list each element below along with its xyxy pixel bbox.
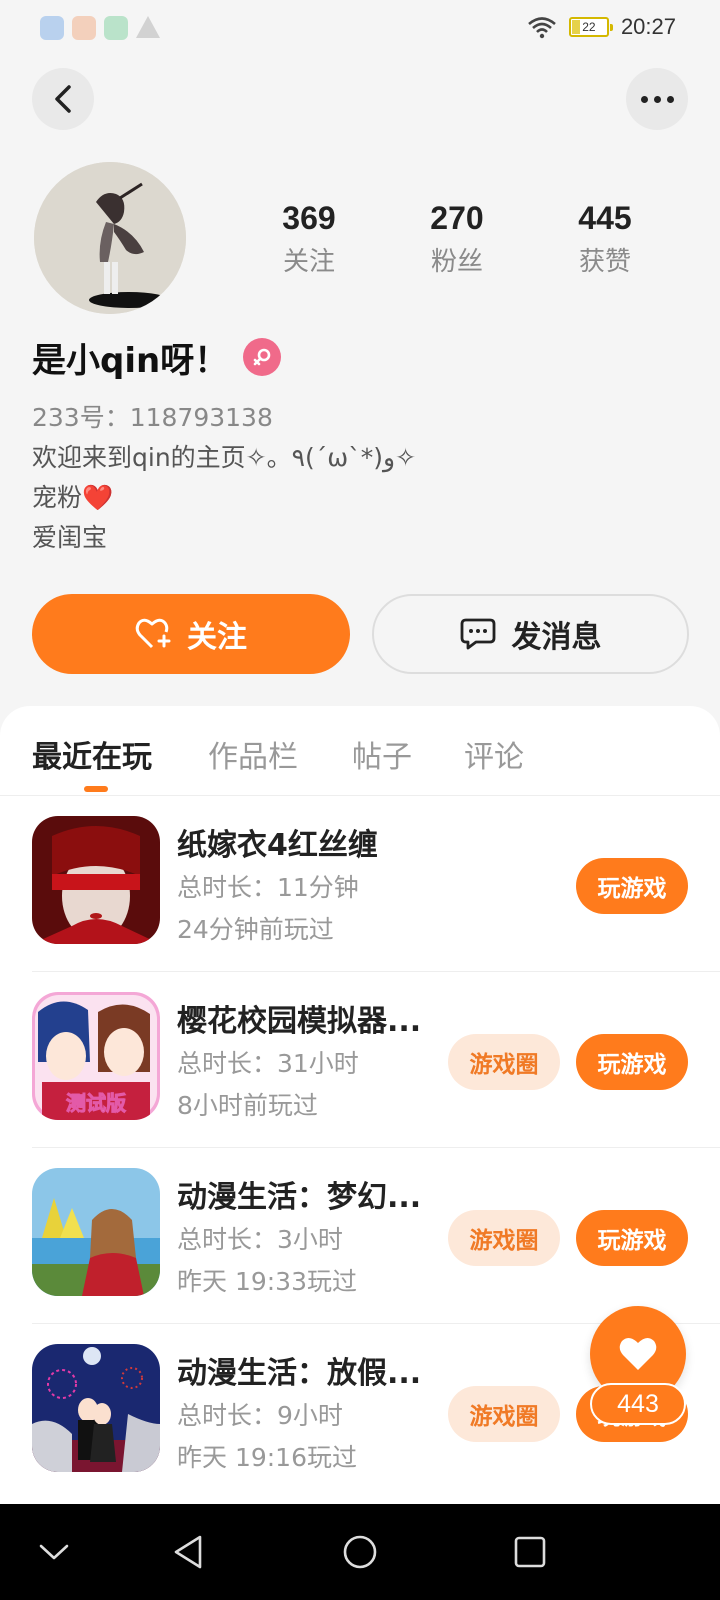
username: 是小qin呀！	[32, 341, 229, 381]
notification-app-icon	[40, 16, 64, 40]
notification-app-icon	[104, 16, 128, 40]
fans-stat[interactable]: 270 粉丝	[383, 200, 531, 278]
notification-app-icon	[72, 16, 96, 40]
game-icon[interactable]	[32, 1168, 160, 1296]
game-title: 动漫生活：放假...	[177, 1356, 422, 1391]
following-count: 369	[282, 200, 336, 236]
game-circle-button[interactable]: 游戏圈	[448, 1034, 560, 1090]
system-navigation-bar	[0, 1504, 720, 1600]
tab-posts[interactable]: 帖子	[352, 732, 412, 776]
fans-count: 270	[430, 200, 484, 236]
likes-count: 445	[578, 200, 632, 236]
heart-icon	[619, 1337, 657, 1370]
game-last-played: 昨天 19:16玩过	[177, 1443, 357, 1472]
bio-line: 爱闺宝	[32, 523, 108, 552]
message-label: 发消息	[511, 620, 602, 655]
game-icon[interactable]: 测试版	[32, 992, 160, 1120]
back-button[interactable]	[32, 68, 94, 130]
chevron-left-icon	[55, 85, 71, 113]
more-dots-icon	[640, 95, 648, 103]
tab-works[interactable]: 作品栏	[208, 732, 298, 776]
game-title: 樱花校园模拟器...	[177, 1004, 422, 1039]
following-label: 关注	[282, 247, 335, 277]
notification-icons	[40, 16, 160, 40]
bio-line: 宠粉❤️	[32, 483, 114, 512]
more-options-button[interactable]	[626, 68, 688, 130]
game-last-played: 24分钟前玩过	[177, 915, 334, 944]
recent-apps-square-icon[interactable]	[506, 1528, 554, 1576]
game-list-item[interactable]: 测试版 樱花校园模拟器... 总时长：31小时 8小时前玩过 游戏圈 玩游戏	[32, 972, 720, 1148]
game-title: 纸嫁衣4红丝缠	[177, 828, 378, 863]
battery-level: 22	[582, 20, 596, 34]
status-bar: 22 20:27	[0, 0, 720, 56]
game-duration: 总时长：9小时	[177, 1401, 343, 1430]
chat-bubble-icon	[460, 618, 495, 650]
game-duration: 总时长：3小时	[177, 1225, 343, 1254]
game-last-played: 8小时前玩过	[177, 1091, 318, 1120]
game-duration: 总时长：31小时	[177, 1049, 359, 1078]
follow-label: 关注	[187, 620, 247, 655]
game-list-item[interactable]: 纸嫁衣4红丝缠 总时长：11分钟 24分钟前玩过 玩游戏	[32, 796, 720, 972]
game-icon[interactable]	[32, 1344, 160, 1472]
play-game-button[interactable]: 玩游戏	[576, 1210, 688, 1266]
play-game-button[interactable]: 玩游戏	[576, 1034, 688, 1090]
send-message-button[interactable]: 发消息	[372, 594, 689, 674]
avatar[interactable]	[34, 162, 186, 314]
heart-plus-icon	[135, 618, 171, 649]
warning-icon	[136, 16, 160, 38]
female-gender-icon	[243, 338, 281, 376]
profile-stats: 369 关注 270 粉丝 445 获赞	[235, 200, 685, 278]
test-version-label: 测试版	[66, 1091, 126, 1115]
battery-icon: 22	[568, 17, 613, 37]
tab-comments[interactable]: 评论	[464, 732, 524, 776]
game-circle-button[interactable]: 游戏圈	[448, 1386, 560, 1442]
profile-tabs: 最近在玩 作品栏 帖子 评论	[0, 706, 720, 796]
game-circle-button[interactable]: 游戏圈	[448, 1210, 560, 1266]
likes-stat[interactable]: 445 获赞	[531, 200, 679, 278]
play-game-button[interactable]: 玩游戏	[576, 858, 688, 914]
user-id: 233号：118793138	[32, 403, 273, 432]
home-circle-icon[interactable]	[336, 1528, 384, 1576]
fans-label: 粉丝	[430, 247, 483, 277]
tab-recently-played[interactable]: 最近在玩	[32, 732, 152, 776]
game-list-item[interactable]: 动漫生活：梦幻... 总时长：3小时 昨天 19:33玩过 游戏圈 玩游戏	[32, 1148, 720, 1324]
game-duration: 总时长：11分钟	[177, 873, 359, 902]
following-stat[interactable]: 369 关注	[235, 200, 383, 278]
game-title: 动漫生活：梦幻...	[177, 1180, 422, 1215]
chevron-down-icon[interactable]	[30, 1528, 78, 1576]
game-last-played: 昨天 19:33玩过	[177, 1267, 357, 1296]
game-icon[interactable]	[32, 816, 160, 944]
follow-button[interactable]: 关注	[32, 594, 350, 674]
back-triangle-icon[interactable]	[164, 1528, 212, 1576]
likes-label: 获赞	[578, 247, 631, 277]
wifi-icon	[528, 17, 556, 39]
clock: 20:27	[620, 14, 676, 39]
avatar-image	[34, 162, 186, 314]
like-count-badge: 443	[590, 1383, 686, 1425]
active-tab-indicator	[84, 786, 108, 792]
bio-line: 欢迎来到qin的主页✧。٩(ˊωˋ*)و✧	[32, 443, 417, 472]
